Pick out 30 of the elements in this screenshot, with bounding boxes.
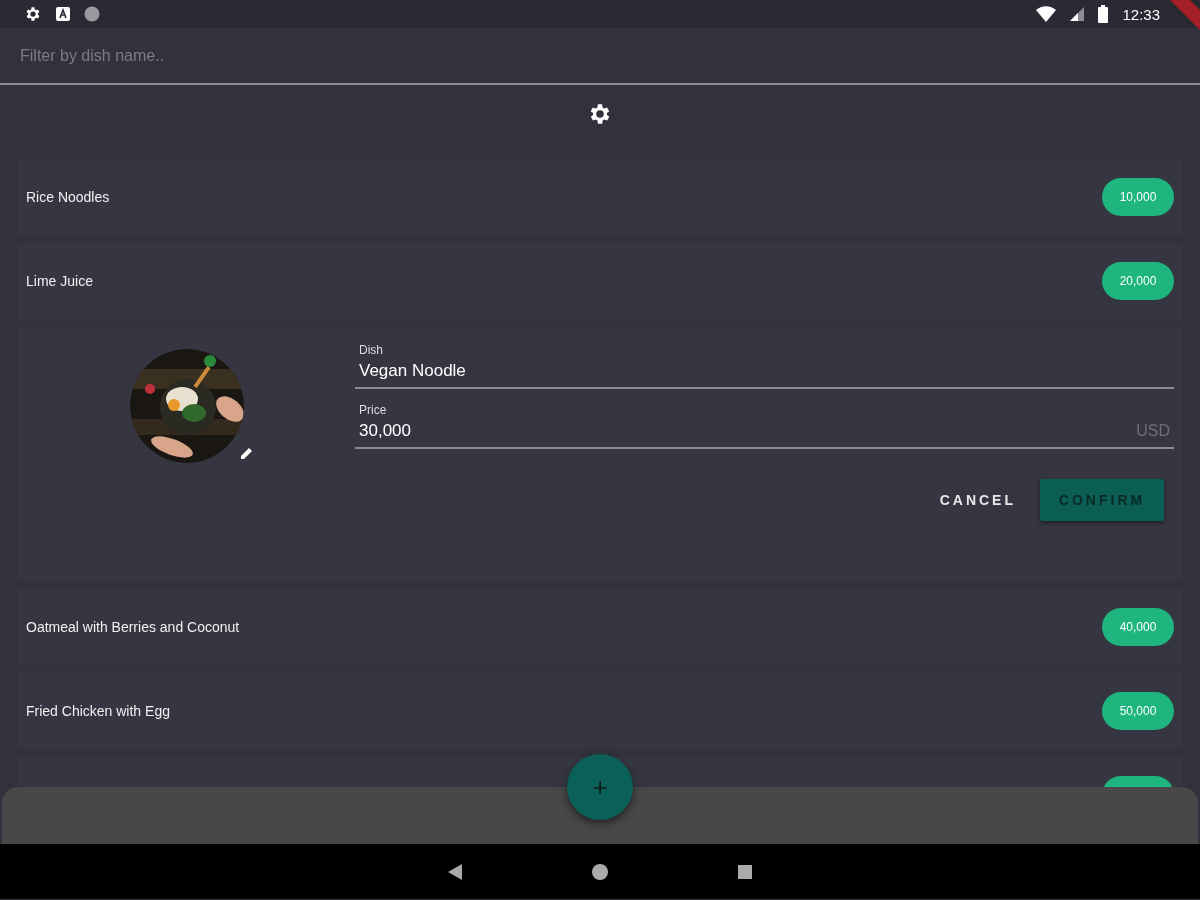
price-chip: 10,000 [1102, 178, 1174, 216]
dish-row[interactable]: Rice Noodles 10,000 [18, 159, 1182, 235]
price-chip: 40,000 [1102, 608, 1174, 646]
currency-label: USD [1136, 422, 1170, 440]
pencil-icon[interactable] [239, 445, 255, 461]
dish-input[interactable]: Vegan Noodle [359, 361, 1170, 381]
dish-name: Fried Chicken with Egg [26, 703, 170, 719]
dish-name: Rice Noodles [26, 189, 110, 205]
dish-row[interactable]: Fried Chicken with Egg 50,000 [18, 673, 1182, 749]
price-chip: 20,000 [1102, 262, 1174, 300]
search-field[interactable]: Filter by dish name.. [18, 45, 1182, 66]
dish-row[interactable]: Oatmeal with Berries and Coconut 40,000 [18, 589, 1182, 665]
clock-time: 12:33 [1122, 5, 1160, 23]
dish-row[interactable]: Lime Juice 20,000 [18, 243, 1182, 319]
recents-icon[interactable] [738, 864, 752, 879]
battery-icon [1098, 5, 1109, 23]
wifi-icon [1036, 6, 1057, 22]
dish-name: Lime Juice [26, 273, 93, 289]
signal-icon [1070, 7, 1085, 21]
price-input[interactable]: 30,000 [359, 421, 1137, 441]
field-label: Price [359, 403, 388, 417]
circle-icon [84, 6, 100, 22]
dish-name: Oatmeal with Berries and Coconut [26, 619, 240, 635]
back-icon[interactable] [448, 863, 462, 880]
cancel-button[interactable]: CANCEL [933, 491, 1022, 509]
field-label: Dish [359, 343, 384, 357]
price-chip: 50,000 [1102, 692, 1174, 730]
app-icon [56, 7, 70, 21]
home-icon[interactable] [592, 863, 608, 880]
gear-icon [24, 5, 42, 23]
